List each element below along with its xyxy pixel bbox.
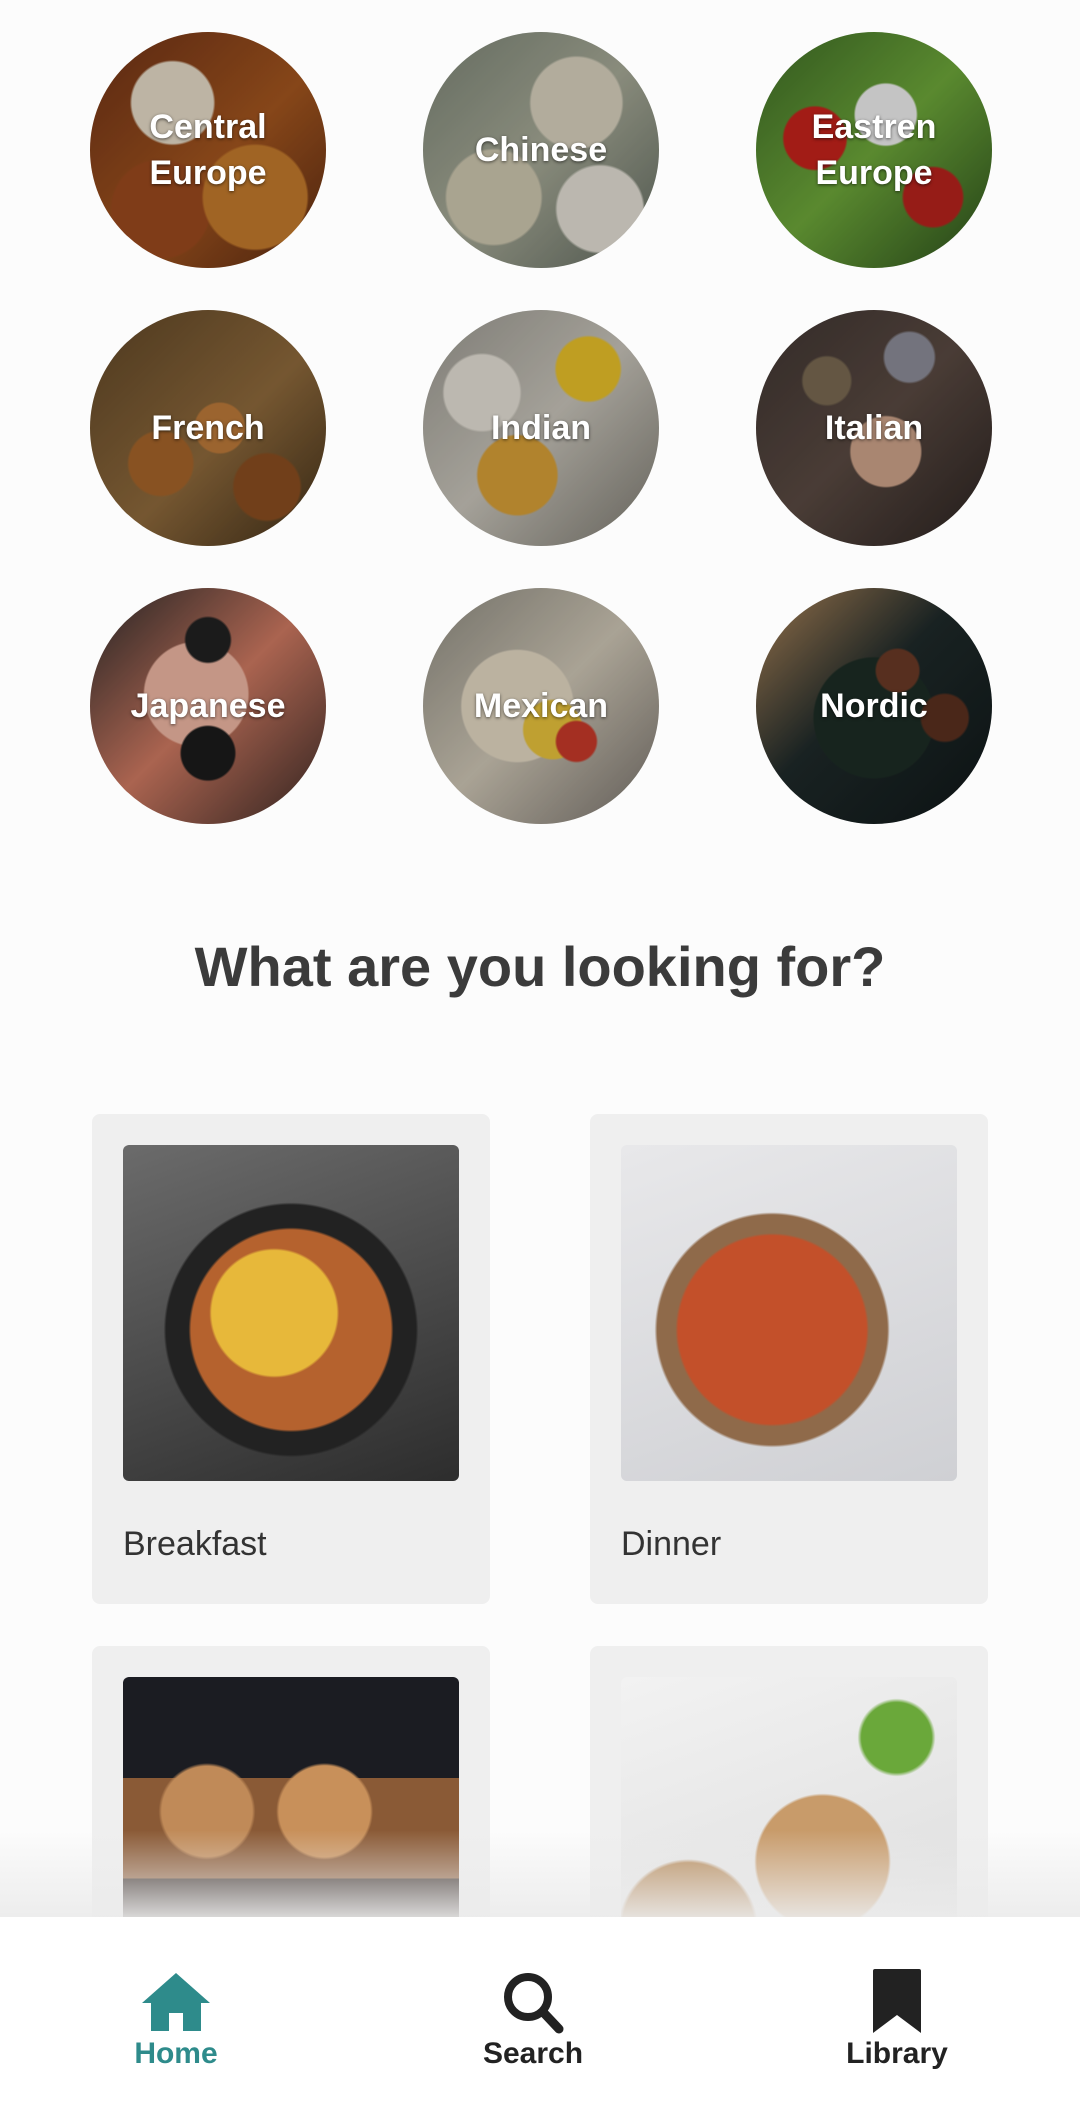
cuisine-label: Mexican <box>473 687 609 725</box>
cuisine-grid: Central Europe Chinese Eastren Europe Fr… <box>0 32 1080 824</box>
category-grid: Breakfast Dinner <box>92 1114 992 1917</box>
nav-library-label: Library <box>846 2037 948 2070</box>
category-card-dinner[interactable]: Dinner <box>590 1114 988 1604</box>
search-icon <box>504 1973 564 2034</box>
cuisine-italian[interactable]: Italian <box>756 310 992 546</box>
cuisine-label: Central Europe <box>149 108 267 192</box>
cuisine-indian[interactable]: Indian <box>423 310 659 546</box>
category-image <box>621 1145 957 1481</box>
cuisine-label: French <box>151 409 265 447</box>
nav-search[interactable]: Search <box>433 1969 633 2071</box>
cuisine-label: Japanese <box>130 687 286 725</box>
cuisine-nordic[interactable]: Nordic <box>756 588 992 824</box>
category-image <box>123 1145 459 1481</box>
nav-home[interactable]: Home <box>76 1969 276 2071</box>
bottom-navigation: Home Search Library <box>0 1917 1080 2124</box>
category-card-breakfast[interactable]: Breakfast <box>92 1114 490 1604</box>
cuisine-central-europe[interactable]: Central Europe <box>90 32 326 268</box>
nav-home-label: Home <box>134 2037 218 2070</box>
cuisine-label: Italian <box>824 409 924 447</box>
cuisine-label: Chinese <box>474 131 608 169</box>
cuisine-label: Indian <box>490 409 592 447</box>
cuisine-french[interactable]: French <box>90 310 326 546</box>
scroll-content[interactable]: Central Europe Chinese Eastren Europe Fr… <box>0 0 1080 1917</box>
cuisine-mexican[interactable]: Mexican <box>423 588 659 824</box>
cuisine-eastern-europe[interactable]: Eastren Europe <box>756 32 992 268</box>
nav-search-label: Search <box>482 2037 584 2070</box>
category-label: Breakfast <box>123 1525 267 1563</box>
category-label: Dinner <box>621 1525 722 1563</box>
cuisine-label: Nordic <box>820 687 928 725</box>
cuisine-chinese[interactable]: Chinese <box>423 32 659 268</box>
cuisine-label: Eastren Europe <box>811 108 937 192</box>
section-title: What are you looking for? <box>194 935 886 998</box>
cuisine-japanese[interactable]: Japanese <box>90 588 326 824</box>
home-icon <box>142 1973 210 2031</box>
bookmark-icon <box>873 1969 921 2033</box>
scroll-fade <box>0 1830 1080 1917</box>
nav-library[interactable]: Library <box>797 1969 997 2071</box>
